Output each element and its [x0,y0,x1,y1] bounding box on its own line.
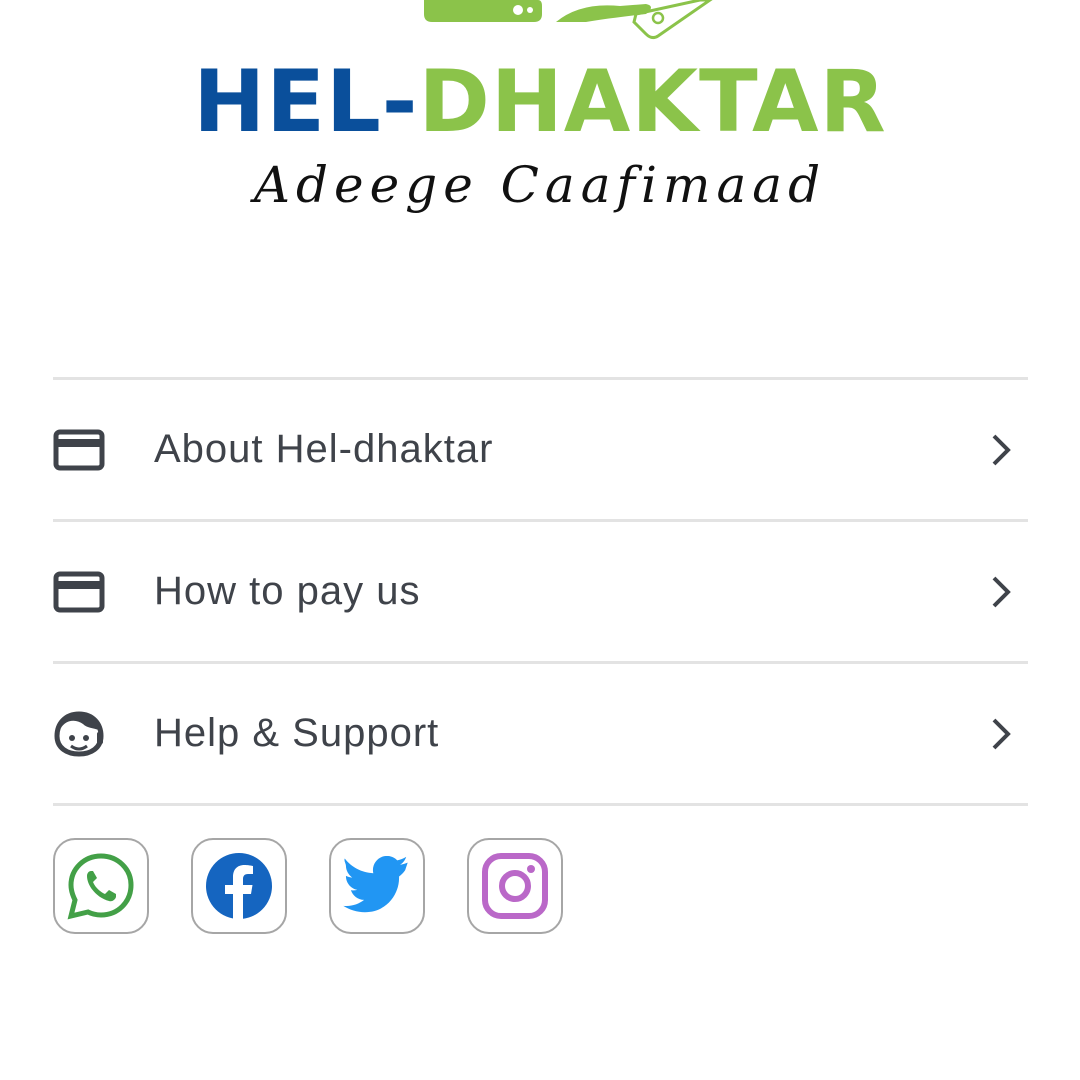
menu-item-label: How to pay us [154,569,421,613]
menu-item-label: About Hel-dhaktar [154,427,494,471]
logo: HEL-DHAKTAR Adeege Caafimaad [0,0,1080,230]
app-screen: HEL-DHAKTAR Adeege Caafimaad About Hel-d… [0,0,1080,1080]
chevron-right-icon [992,576,1011,607]
instagram-button[interactable] [467,838,563,934]
menu-item-about[interactable]: About Hel-dhaktar [53,380,1028,519]
twitter-icon [343,856,408,913]
credit-card-icon [53,422,109,478]
facebook-icon [206,853,272,919]
menu-item-help-support[interactable]: Help & Support [53,664,1028,803]
instagram-icon [482,853,548,919]
whatsapp-button[interactable] [53,838,149,934]
support-agent-icon [53,706,109,762]
logo-title-green: DHAKTAR [418,52,887,152]
divider [53,803,1028,806]
chevron-right-icon [992,434,1011,465]
facebook-button[interactable] [191,838,287,934]
social-links [53,838,563,934]
credit-card-icon [53,564,109,620]
menu-item-label: Help & Support [154,711,440,755]
chevron-right-icon [992,718,1011,749]
settings-menu: About Hel-dhaktar How to pay us Help & S… [53,377,1028,806]
menu-item-how-to-pay[interactable]: How to pay us [53,522,1028,661]
twitter-button[interactable] [329,838,425,934]
logo-title: HEL-DHAKTAR [0,52,1080,152]
whatsapp-icon [67,853,134,920]
logo-title-blue: HEL- [193,52,419,152]
logo-graphic [424,0,713,40]
logo-tagline: Adeege Caafimaad [253,156,827,214]
